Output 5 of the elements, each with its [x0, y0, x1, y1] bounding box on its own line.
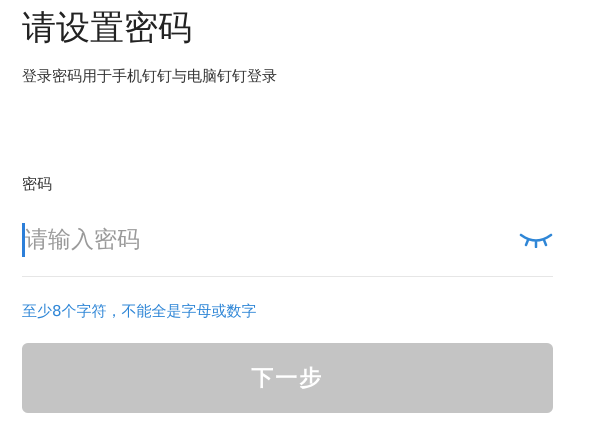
- closed-eye-icon[interactable]: [519, 232, 553, 248]
- subtitle: 登录密码用于手机钉钉与电脑钉钉登录: [22, 66, 278, 86]
- page-title: 请设置密码: [22, 7, 193, 50]
- field-label: 密码: [22, 174, 53, 194]
- password-hint: 至少8个字符，不能全是字母或数字: [22, 301, 258, 321]
